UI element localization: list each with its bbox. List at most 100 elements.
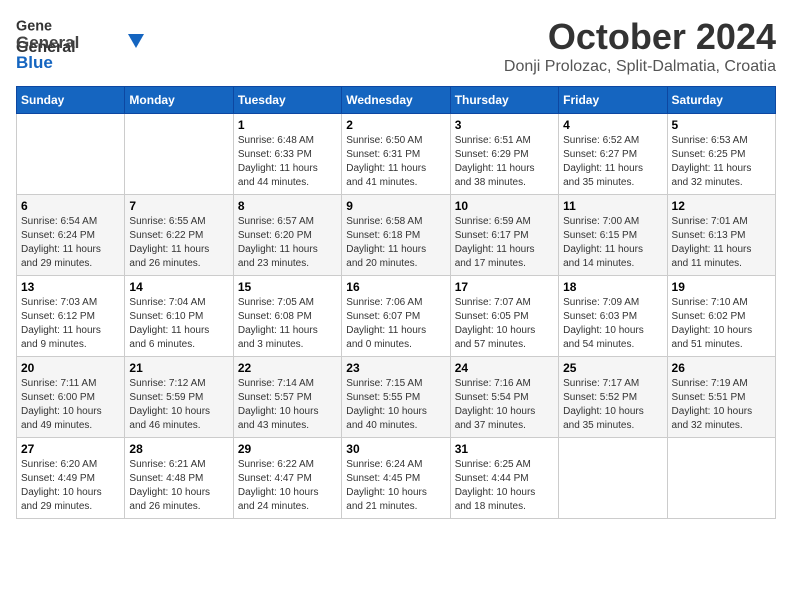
day-cell: 23 Sunrise: 7:15 AM Sunset: 5:55 PM Dayli… (342, 357, 450, 438)
day-cell: 10 Sunrise: 6:59 AM Sunset: 6:17 PM Dayli… (450, 195, 558, 276)
day-info: Sunrise: 6:57 AM Sunset: 6:20 PM Dayligh… (238, 215, 337, 271)
day-number: 25 (563, 361, 662, 375)
logo: General General General Blue (16, 16, 146, 74)
day-number: 9 (346, 199, 445, 213)
day-info: Sunrise: 7:16 AM Sunset: 5:54 PM Dayligh… (455, 377, 554, 433)
day-info: Sunrise: 7:06 AM Sunset: 6:07 PM Dayligh… (346, 296, 445, 352)
day-number: 13 (21, 280, 120, 294)
day-info: Sunrise: 6:20 AM Sunset: 4:49 PM Dayligh… (21, 458, 120, 514)
day-number: 15 (238, 280, 337, 294)
svg-text:General: General (16, 33, 79, 52)
day-cell: 24Sunrise: 7:16 AM Sunset: 5:54 PM Dayli… (450, 357, 558, 438)
week-row-3: 13 Sunrise: 7:03 AM Sunset: 6:12 PM Dayli… (17, 276, 776, 357)
day-cell: 9 Sunrise: 6:58 AM Sunset: 6:18 PM Daylig… (342, 195, 450, 276)
day-info: Sunrise: 7:04 AM Sunset: 6:10 PM Dayligh… (129, 296, 228, 352)
day-number: 21 (129, 361, 228, 375)
day-cell: 18 Sunrise: 7:09 AM Sunset: 6:03 PM Dayli… (559, 276, 667, 357)
day-cell: 31 Sunrise: 6:25 AM Sunset: 4:44 PM Dayli… (450, 438, 558, 519)
day-number: 26 (672, 361, 771, 375)
day-cell: 22 Sunrise: 7:14 AM Sunset: 5:57 PM Dayli… (233, 357, 341, 438)
day-cell: 1Sunrise: 6:48 AM Sunset: 6:33 PM Daylig… (233, 114, 341, 195)
day-cell: 26Sunrise: 7:19 AM Sunset: 5:51 PM Dayli… (667, 357, 775, 438)
day-info: Sunrise: 7:05 AM Sunset: 6:08 PM Dayligh… (238, 296, 337, 352)
day-cell: 30Sunrise: 6:24 AM Sunset: 4:45 PM Dayli… (342, 438, 450, 519)
day-number: 2 (346, 118, 445, 132)
day-info: Sunrise: 7:17 AM Sunset: 5:52 PM Dayligh… (563, 377, 662, 433)
month-title: October 2024 (504, 16, 776, 58)
day-cell: 3 Sunrise: 6:51 AM Sunset: 6:29 PM Daylig… (450, 114, 558, 195)
calendar-body: 1Sunrise: 6:48 AM Sunset: 6:33 PM Daylig… (17, 114, 776, 519)
day-cell: 28 Sunrise: 6:21 AM Sunset: 4:48 PM Dayli… (125, 438, 233, 519)
location-title: Donji Prolozac, Split-Dalmatia, Croatia (504, 58, 776, 76)
day-cell: 29 Sunrise: 6:22 AM Sunset: 4:47 PM Dayli… (233, 438, 341, 519)
day-info: Sunrise: 6:55 AM Sunset: 6:22 PM Dayligh… (129, 215, 228, 271)
day-number: 29 (238, 442, 337, 456)
day-cell: 11Sunrise: 7:00 AM Sunset: 6:15 PM Dayli… (559, 195, 667, 276)
day-number: 31 (455, 442, 554, 456)
day-info: Sunrise: 7:00 AM Sunset: 6:15 PM Dayligh… (563, 215, 662, 271)
day-cell: 27Sunrise: 6:20 AM Sunset: 4:49 PM Dayli… (17, 438, 125, 519)
day-number: 28 (129, 442, 228, 456)
day-info: Sunrise: 6:25 AM Sunset: 4:44 PM Dayligh… (455, 458, 554, 514)
calendar-table: SundayMondayTuesdayWednesdayThursdayFrid… (16, 86, 776, 519)
day-number: 7 (129, 199, 228, 213)
day-number: 12 (672, 199, 771, 213)
day-number: 6 (21, 199, 120, 213)
day-cell: 25 Sunrise: 7:17 AM Sunset: 5:52 PM Dayli… (559, 357, 667, 438)
week-row-2: 6 Sunrise: 6:54 AM Sunset: 6:24 PM Daylig… (17, 195, 776, 276)
day-number: 3 (455, 118, 554, 132)
weekday-header-friday: Friday (559, 87, 667, 114)
day-info: Sunrise: 7:03 AM Sunset: 6:12 PM Dayligh… (21, 296, 120, 352)
day-number: 16 (346, 280, 445, 294)
header: General General General Blue October 202… (16, 16, 776, 76)
day-info: Sunrise: 7:15 AM Sunset: 5:55 PM Dayligh… (346, 377, 445, 433)
day-cell (559, 438, 667, 519)
week-row-5: 27Sunrise: 6:20 AM Sunset: 4:49 PM Dayli… (17, 438, 776, 519)
day-number: 1 (238, 118, 337, 132)
day-cell: 12Sunrise: 7:01 AM Sunset: 6:13 PM Dayli… (667, 195, 775, 276)
day-cell: 6 Sunrise: 6:54 AM Sunset: 6:24 PM Daylig… (17, 195, 125, 276)
day-cell: 2Sunrise: 6:50 AM Sunset: 6:31 PM Daylig… (342, 114, 450, 195)
weekday-header-wednesday: Wednesday (342, 87, 450, 114)
full-logo-svg: General Blue (16, 30, 146, 74)
day-info: Sunrise: 7:12 AM Sunset: 5:59 PM Dayligh… (129, 377, 228, 433)
day-info: Sunrise: 7:09 AM Sunset: 6:03 PM Dayligh… (563, 296, 662, 352)
day-info: Sunrise: 6:52 AM Sunset: 6:27 PM Dayligh… (563, 134, 662, 190)
day-cell (125, 114, 233, 195)
weekday-header-thursday: Thursday (450, 87, 558, 114)
day-cell: 4Sunrise: 6:52 AM Sunset: 6:27 PM Daylig… (559, 114, 667, 195)
day-info: Sunrise: 6:58 AM Sunset: 6:18 PM Dayligh… (346, 215, 445, 271)
svg-text:Blue: Blue (16, 53, 53, 72)
day-cell: 19Sunrise: 7:10 AM Sunset: 6:02 PM Dayli… (667, 276, 775, 357)
day-number: 10 (455, 199, 554, 213)
day-cell: 21 Sunrise: 7:12 AM Sunset: 5:59 PM Dayli… (125, 357, 233, 438)
day-number: 22 (238, 361, 337, 375)
day-info: Sunrise: 6:51 AM Sunset: 6:29 PM Dayligh… (455, 134, 554, 190)
day-info: Sunrise: 6:22 AM Sunset: 4:47 PM Dayligh… (238, 458, 337, 514)
day-cell: 17Sunrise: 7:07 AM Sunset: 6:05 PM Dayli… (450, 276, 558, 357)
day-number: 18 (563, 280, 662, 294)
day-info: Sunrise: 6:59 AM Sunset: 6:17 PM Dayligh… (455, 215, 554, 271)
day-info: Sunrise: 6:24 AM Sunset: 4:45 PM Dayligh… (346, 458, 445, 514)
week-row-4: 20 Sunrise: 7:11 AM Sunset: 6:00 PM Dayli… (17, 357, 776, 438)
day-number: 8 (238, 199, 337, 213)
day-cell: 5 Sunrise: 6:53 AM Sunset: 6:25 PM Daylig… (667, 114, 775, 195)
day-number: 23 (346, 361, 445, 375)
weekday-header-row: SundayMondayTuesdayWednesdayThursdayFrid… (17, 87, 776, 114)
day-info: Sunrise: 6:53 AM Sunset: 6:25 PM Dayligh… (672, 134, 771, 190)
weekday-header-sunday: Sunday (17, 87, 125, 114)
day-info: Sunrise: 6:54 AM Sunset: 6:24 PM Dayligh… (21, 215, 120, 271)
day-info: Sunrise: 7:11 AM Sunset: 6:00 PM Dayligh… (21, 377, 120, 433)
day-cell: 20 Sunrise: 7:11 AM Sunset: 6:00 PM Dayli… (17, 357, 125, 438)
weekday-header-tuesday: Tuesday (233, 87, 341, 114)
day-info: Sunrise: 6:21 AM Sunset: 4:48 PM Dayligh… (129, 458, 228, 514)
title-area: October 2024 Donji Prolozac, Split-Dalma… (504, 16, 776, 76)
day-cell: 13 Sunrise: 7:03 AM Sunset: 6:12 PM Dayli… (17, 276, 125, 357)
day-info: Sunrise: 7:10 AM Sunset: 6:02 PM Dayligh… (672, 296, 771, 352)
day-info: Sunrise: 7:14 AM Sunset: 5:57 PM Dayligh… (238, 377, 337, 433)
day-cell: 15 Sunrise: 7:05 AM Sunset: 6:08 PM Dayli… (233, 276, 341, 357)
day-number: 20 (21, 361, 120, 375)
day-number: 5 (672, 118, 771, 132)
week-row-1: 1Sunrise: 6:48 AM Sunset: 6:33 PM Daylig… (17, 114, 776, 195)
day-number: 14 (129, 280, 228, 294)
